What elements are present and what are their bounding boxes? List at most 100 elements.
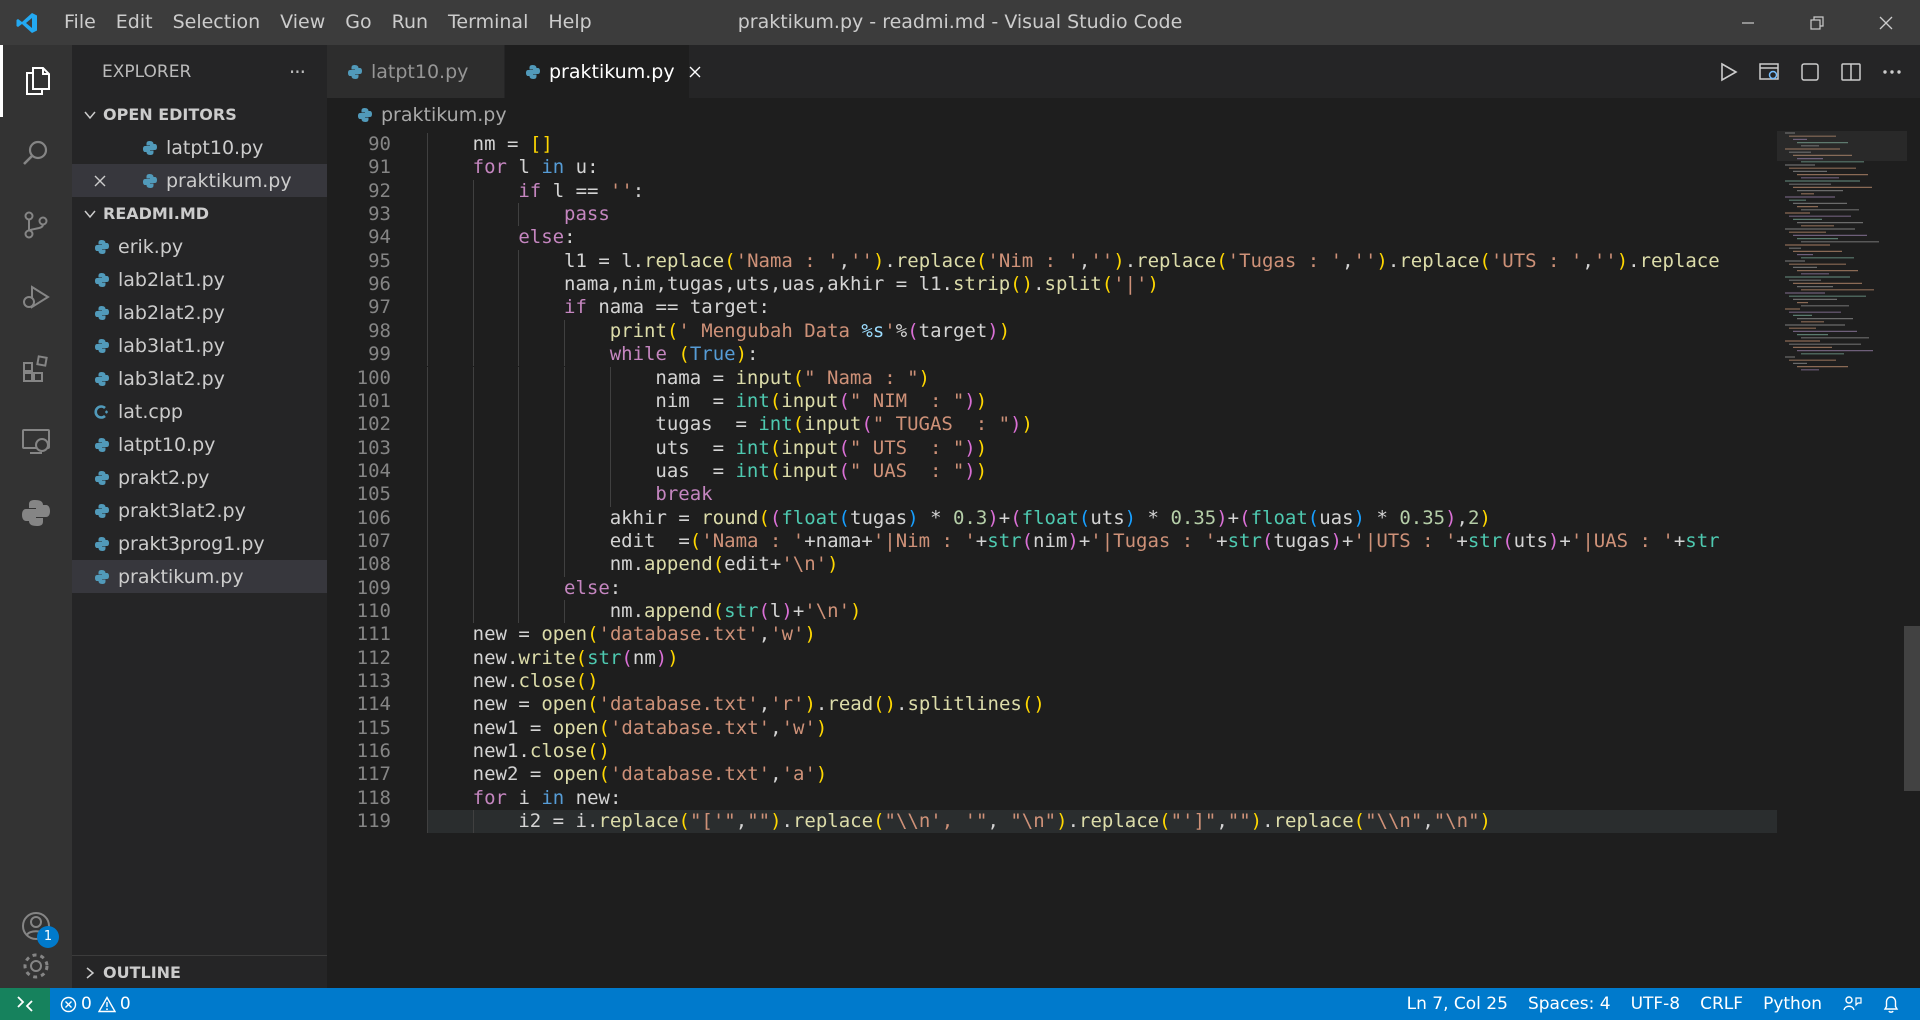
code-line[interactable]: 104 uas = int(input(" UAS : ")) <box>327 459 1777 484</box>
scrollbar-thumb[interactable] <box>1904 626 1920 791</box>
open-editor-item[interactable]: latpt10.py <box>72 131 327 164</box>
search-button[interactable] <box>0 117 72 189</box>
toggle-view-button[interactable] <box>1796 58 1824 86</box>
language-mode[interactable]: Python <box>1753 988 1832 1020</box>
code-line[interactable]: 94 else: <box>327 226 1777 250</box>
file-tree-item[interactable]: praktikum.py <box>72 560 327 593</box>
tab-praktikum[interactable]: praktikum.py <box>505 45 701 98</box>
close-window-button[interactable] <box>1851 0 1920 45</box>
cursor-position[interactable]: Ln 7, Col 25 <box>1397 988 1518 1020</box>
file-tree-item[interactable]: erik.py <box>72 230 327 263</box>
code-line[interactable]: 95 l1 = l.replace('Nama : ','').replace('… <box>327 249 1777 274</box>
remote-indicator[interactable] <box>0 988 50 1020</box>
menu-selection[interactable]: Selection <box>163 0 271 45</box>
menu-help[interactable]: Help <box>538 0 601 45</box>
menu-edit[interactable]: Edit <box>106 0 163 45</box>
indent-guide <box>427 483 428 507</box>
folder-section[interactable]: READMI.MD <box>72 197 327 230</box>
file-tree-item[interactable]: prakt3prog1.py <box>72 527 327 560</box>
code-line[interactable]: 119 i2 = i.replace("['","").replace("\\n'… <box>327 810 1777 834</box>
line-number: 109 <box>356 576 391 599</box>
file-tree-item[interactable]: lab2lat2.py <box>72 296 327 329</box>
code-line[interactable]: 116 new1.close() <box>327 740 1777 764</box>
file-tree-item[interactable]: lab3lat1.py <box>72 329 327 362</box>
editor-more-button[interactable] <box>1878 58 1906 86</box>
code-line[interactable]: 103 uts = int(input(" UTS : ")) <box>327 436 1777 460</box>
run-debug-button[interactable] <box>0 261 72 333</box>
indentation[interactable]: Spaces: 4 <box>1518 988 1621 1020</box>
menu-go[interactable]: Go <box>335 0 381 45</box>
line-number: 118 <box>356 786 391 809</box>
code-line[interactable]: 99 while (True): <box>327 343 1777 367</box>
code-editor[interactable]: 90 nm = [] 91 for l in u: 92 if l == '': 93 pas… <box>327 131 1920 988</box>
code-line[interactable]: 93 pass <box>327 203 1777 227</box>
explorer-button[interactable] <box>0 45 72 117</box>
indent-guide <box>427 226 428 250</box>
code-line[interactable]: 101 nim = int(input(" NIM : ")) <box>327 389 1777 414</box>
run-file-button[interactable] <box>1714 58 1742 86</box>
file-tree-label: latpt10.py <box>118 433 216 456</box>
menu-view[interactable]: View <box>270 0 335 45</box>
outline-section[interactable]: OUTLINE <box>72 955 327 988</box>
restore-button[interactable] <box>1782 0 1851 45</box>
code-line[interactable]: 114 new = open('database.txt','r').read()… <box>327 693 1777 717</box>
code-line[interactable]: 107 edit =('Nama : '+nama+'|Nim : '+str(n… <box>327 529 1777 554</box>
code-line[interactable]: 115 new1 = open('database.txt','w') <box>327 716 1777 741</box>
menu-file[interactable]: File <box>54 0 106 45</box>
indent-guide <box>518 553 520 577</box>
menu-run[interactable]: Run <box>382 0 438 45</box>
indent-guide <box>518 483 520 507</box>
notifications-button[interactable] <box>1872 988 1910 1020</box>
breadcrumb-file[interactable]: praktikum.py <box>381 104 507 126</box>
file-tree-item[interactable]: prakt2.py <box>72 461 327 494</box>
feedback-button[interactable] <box>1832 988 1872 1020</box>
source-control-button[interactable] <box>0 189 72 261</box>
code-line[interactable]: 108 nm.append(edit+'\n') <box>327 553 1777 577</box>
code-line[interactable]: 111 new = open('database.txt','w') <box>327 623 1777 647</box>
file-tree-item[interactable]: latpt10.py <box>72 428 327 461</box>
python-file-icon <box>142 173 158 189</box>
more-actions-button[interactable]: ··· <box>289 60 306 84</box>
remote-explorer-button[interactable] <box>0 405 72 477</box>
code-line[interactable]: 97 if nama == target: <box>327 296 1777 320</box>
split-editor-button[interactable] <box>1837 58 1865 86</box>
file-tree-label: lab3lat1.py <box>118 334 225 357</box>
minimap-slider[interactable] <box>1777 131 1907 161</box>
file-tree-item[interactable]: lab3lat2.py <box>72 362 327 395</box>
code-line[interactable]: 92 if l == '': <box>327 179 1777 204</box>
code-line[interactable]: 112 new.write(str(nm)) <box>327 646 1777 671</box>
encoding[interactable]: UTF-8 <box>1621 988 1691 1020</box>
minimize-button[interactable] <box>1713 0 1782 45</box>
code-line[interactable]: 100 nama = input(" Nama : ") <box>327 366 1777 390</box>
menu-terminal[interactable]: Terminal <box>438 0 538 45</box>
open-editors-section[interactable]: OPEN EDITORS <box>72 98 327 131</box>
code-line[interactable]: 98 print(' Mengubah Data %s'%(target)) <box>327 319 1777 344</box>
code-line[interactable]: 105 break <box>327 483 1777 507</box>
indent-guide <box>472 506 474 530</box>
minimap[interactable] <box>1777 131 1907 988</box>
file-tree-item[interactable]: lat.cpp <box>72 395 327 428</box>
open-editor-item-active[interactable]: praktikum.py <box>72 164 327 197</box>
file-tree-item[interactable]: lab2lat1.py <box>72 263 327 296</box>
tab-latpt10[interactable]: latpt10.py <box>327 45 505 98</box>
open-preview-button[interactable] <box>1755 58 1783 86</box>
code-line[interactable]: 90 nm = [] <box>327 133 1777 157</box>
end-of-line[interactable]: CRLF <box>1690 988 1753 1020</box>
extensions-button[interactable] <box>0 333 72 405</box>
python-button[interactable] <box>0 477 72 549</box>
code-line[interactable]: 109 else: <box>327 576 1777 600</box>
code-line[interactable]: 96 nama,nim,tugas,uts,uas,akhir = l1.stri… <box>327 273 1777 297</box>
code-line[interactable]: 110 nm.append(str(l)+'\n') <box>327 600 1777 624</box>
problems-indicator[interactable]: 0 0 <box>50 988 141 1020</box>
close-editor-icon[interactable] <box>92 172 108 194</box>
code-line[interactable]: 118 for i in new: <box>327 786 1777 811</box>
code-line[interactable]: 106 akhir = round((float(tugas) * 0.3)+(f… <box>327 506 1777 530</box>
code-line[interactable]: 117 new2 = open('database.txt','a') <box>327 763 1777 787</box>
code-line[interactable]: 113 new.close() <box>327 670 1777 694</box>
file-tree-item[interactable]: prakt3lat2.py <box>72 494 327 527</box>
close-tab-icon[interactable] <box>687 64 703 80</box>
vertical-scrollbar[interactable] <box>1904 131 1920 988</box>
code-line[interactable]: 102 tugas = int(input(" TUGAS : ")) <box>327 413 1777 437</box>
code-line[interactable]: 91 for l in u: <box>327 156 1777 180</box>
manage-button[interactable] <box>0 953 72 988</box>
